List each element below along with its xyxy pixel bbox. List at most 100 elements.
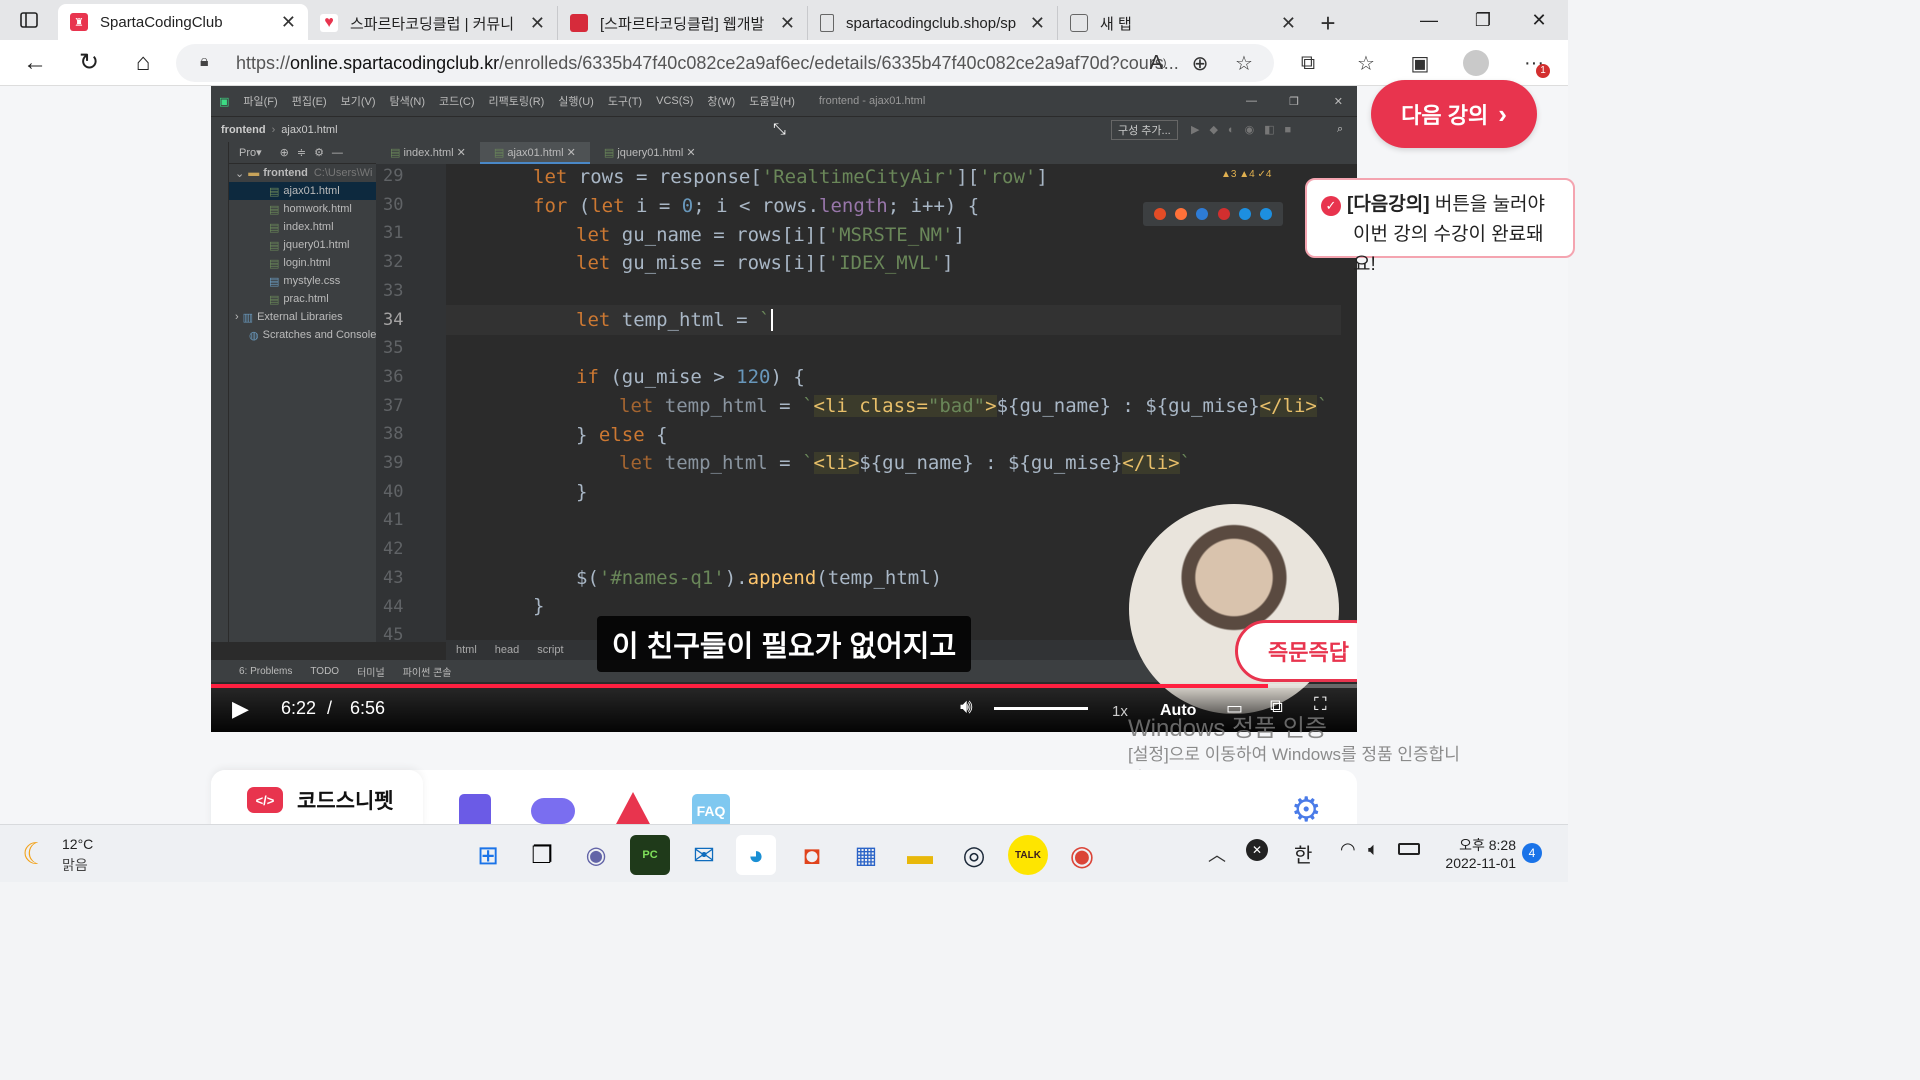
url-field[interactable]: 🔒︎ https://online.spartacodingclub.kr/en… xyxy=(176,44,1274,82)
spartacodingclub-favicon-icon: ♜ xyxy=(70,13,88,31)
ide-tool-window: 터미널 xyxy=(357,667,385,679)
line-number: 33 xyxy=(383,280,404,301)
folder-icon: ▬ xyxy=(248,167,260,179)
next-lecture-tooltip: ✓ [다음강의] 버튼을 눌러야 이번 강의 수강이 완료돼요! xyxy=(1305,178,1575,275)
lock-icon[interactable]: 🔒︎ xyxy=(200,53,209,71)
ide-menu-item: 도움말(H) xyxy=(749,96,795,108)
scratches-item: ◍ Scratches and Console xyxy=(249,329,377,342)
ide-menu-item: 파일(F) xyxy=(243,96,278,108)
tab-close-icon[interactable]: ✕ xyxy=(281,12,296,33)
code-snippet-tab[interactable]: </> 코드스니펫 xyxy=(211,770,423,830)
extensions-icon[interactable]: ⧉ xyxy=(1288,40,1328,86)
favorites-icon[interactable]: ☆ xyxy=(1346,40,1386,86)
ide-tool-window: 6: Problems xyxy=(239,665,293,677)
tab-close-icon[interactable]: ✕ xyxy=(530,13,545,34)
ide-navigation-bar: frontend › ajax01.html ⤡ 구성 추가... ▶◆◐◉◧■… xyxy=(211,116,1357,142)
shrink-screen-icon: ⤡ xyxy=(773,120,786,138)
code-line: if (gu_mise > 120) { xyxy=(576,366,805,388)
clock-date[interactable]: 2022-11-01 xyxy=(1440,855,1516,871)
add-favorite-icon[interactable]: ☆ xyxy=(1224,40,1264,86)
line-number: 31 xyxy=(383,223,404,244)
close-window-button[interactable]: ✕ xyxy=(1512,0,1566,40)
line-number: 40 xyxy=(383,481,404,502)
zoom-icon[interactable]: ⊕ xyxy=(1180,40,1220,86)
store-app-icon[interactable]: ▦ xyxy=(846,835,886,875)
faq-icon[interactable]: FAQ xyxy=(692,794,730,828)
tab-title: [스파르타코딩클럽] 웹개발 xyxy=(600,15,765,33)
wifi-icon[interactable]: ◠ xyxy=(1340,839,1356,860)
line-number: 34 xyxy=(383,309,404,330)
teams-chat-icon[interactable]: ◉ xyxy=(576,835,616,875)
weather-temp[interactable]: 12°C xyxy=(62,836,93,852)
line-number: 30 xyxy=(383,194,404,215)
browser-tab-3[interactable]: spartacodingclub.shop/sp ✕ xyxy=(808,6,1058,40)
video-player[interactable]: ▣ 파일(F) 편집(E) 보기(V) 탐색(N) 코드(C) 리팩토링(R) … xyxy=(211,86,1357,732)
playback-speed[interactable]: 1x xyxy=(1112,703,1128,720)
settings-more-icon[interactable]: ··· 1 xyxy=(1514,40,1554,86)
weather-moon-icon[interactable]: ☾ xyxy=(22,837,49,872)
weather-desc[interactable]: 맑음 xyxy=(62,855,88,875)
pycharm-app-icon[interactable]: PC xyxy=(630,835,670,875)
kakaotalk-app-icon[interactable]: TALK xyxy=(1008,835,1048,875)
page-favicon-icon xyxy=(820,14,834,32)
read-aloud-icon[interactable]: A) xyxy=(1138,40,1178,86)
new-tab-button[interactable]: + xyxy=(1308,6,1348,40)
volume-slider[interactable] xyxy=(994,707,1088,710)
back-button[interactable]: ← xyxy=(8,40,62,86)
project-file: ▤ homwork.html xyxy=(269,203,352,216)
browser-tab-0[interactable]: ♜ SpartaCodingClub ✕ xyxy=(58,4,308,40)
tab-close-icon[interactable]: ✕ xyxy=(780,13,795,34)
chat-icon[interactable] xyxy=(531,798,575,824)
check-icon: ✓ xyxy=(1321,196,1341,216)
start-button[interactable]: ⊞ xyxy=(468,835,508,875)
line-number: 38 xyxy=(383,424,404,445)
code-snippet-label: 코드스니펫 xyxy=(297,790,394,813)
refresh-button[interactable]: ↻ xyxy=(62,40,116,86)
browser-tab-1[interactable]: ♥ 스파르타코딩클럽 | 커뮤니 ✕ xyxy=(308,6,558,40)
volume-icon[interactable]: 🔊︎ xyxy=(960,696,973,719)
line-number: 37 xyxy=(383,395,404,416)
battery-icon[interactable] xyxy=(1398,843,1420,855)
play-button[interactable]: ▶ xyxy=(232,696,249,722)
notes-icon[interactable] xyxy=(459,794,491,828)
steam-app-icon[interactable]: ◎ xyxy=(954,835,994,875)
ide-breadcrumb-file: ajax01.html xyxy=(281,123,338,136)
video-progress-fill xyxy=(211,684,1269,688)
browser-tab-2[interactable]: [스파르타코딩클럽] 웹개발 ✕ xyxy=(558,6,808,40)
tray-overflow-icon[interactable]: ︿ xyxy=(1208,841,1226,867)
notification-center-badge[interactable]: 4 xyxy=(1522,843,1542,863)
clock-time[interactable]: 오후 8:28 xyxy=(1440,835,1516,855)
restore-button[interactable]: ❐ xyxy=(1456,0,1510,40)
windows-activation-title: Windows 정품 인증 xyxy=(1128,715,1328,742)
file-explorer-icon[interactable]: ▬ xyxy=(900,835,940,875)
tab-close-icon[interactable]: ✕ xyxy=(1281,13,1296,34)
next-lecture-button[interactable]: 다음 강의 › xyxy=(1371,80,1537,148)
code-line: } xyxy=(533,595,545,617)
ime-indicator[interactable]: 한 xyxy=(1294,839,1312,868)
project-file: ▤ mystyle.css xyxy=(269,275,341,288)
code-line: let temp_html = ` xyxy=(576,309,773,331)
code-line: let temp_html = `<li>${gu_name} : ${gu_m… xyxy=(619,452,1192,474)
office-app-icon[interactable]: ◘ xyxy=(792,835,832,875)
code-line: let gu_name = rows[i]['MSRSTE_NM'] xyxy=(576,224,965,246)
windows-taskbar: ☾ 12°C 맑음 ⊞ ❐ ◉ PC ✉ ◕ ◘ ▦ ▬ ◎ TALK ◉ ︿ … xyxy=(0,824,1568,882)
new-tab-favicon-icon xyxy=(1070,14,1088,32)
tab-title: 새 탭 xyxy=(1100,15,1132,33)
home-button[interactable]: ⌂ xyxy=(116,40,170,86)
page-content: ▣ 파일(F) 편집(E) 보기(V) 탐색(N) 코드(C) 리팩토링(R) … xyxy=(0,80,1575,830)
mail-app-icon[interactable]: ✉ xyxy=(684,835,724,875)
warning-icon[interactable] xyxy=(615,792,651,826)
task-view-icon[interactable]: ❐ xyxy=(522,835,562,875)
speaker-icon[interactable]: 🔈︎ xyxy=(1368,839,1379,860)
browser-tab-4[interactable]: 새 탭 ✕ xyxy=(1058,6,1308,40)
chrome-app-icon[interactable]: ◉ xyxy=(1062,835,1102,875)
community-favicon-icon: ♥ xyxy=(320,14,338,32)
minimize-button[interactable]: — xyxy=(1402,0,1456,40)
tray-app-icon[interactable]: ✕ xyxy=(1246,839,1268,861)
edge-app-icon[interactable]: ◕ xyxy=(736,835,776,875)
video-current-time: 6:22 xyxy=(281,698,317,718)
tab-close-icon[interactable]: ✕ xyxy=(1030,13,1045,34)
tab-actions-icon[interactable] xyxy=(0,0,58,40)
ide-project-label: Pro▾ xyxy=(239,147,262,159)
ide-menu-item: 보기(V) xyxy=(340,96,376,108)
